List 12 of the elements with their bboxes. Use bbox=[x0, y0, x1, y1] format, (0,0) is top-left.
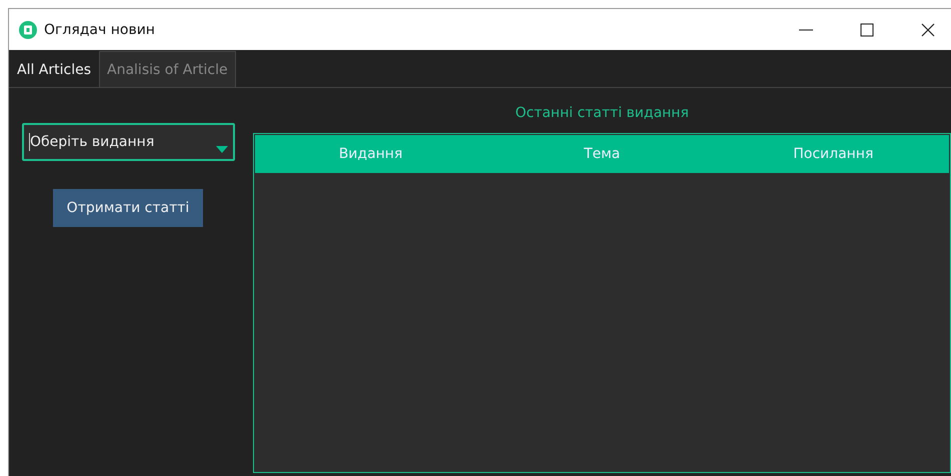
column-header[interactable]: Тема bbox=[584, 146, 620, 162]
column-header[interactable]: Видання bbox=[338, 146, 403, 162]
app-icon bbox=[19, 20, 37, 38]
get-articles-button[interactable]: Отримати статті bbox=[53, 189, 203, 227]
maximize-icon[interactable] bbox=[860, 22, 874, 36]
close-icon[interactable] bbox=[921, 22, 935, 36]
dropdown-arrow-icon bbox=[216, 146, 228, 153]
table-title: Останні статті видання bbox=[514, 105, 690, 123]
column-header[interactable]: Посилання bbox=[793, 146, 874, 162]
publication-dropdown[interactable]: Оберіть видання bbox=[22, 123, 235, 161]
tab[interactable]: Analisis of Article bbox=[99, 51, 236, 87]
window-title: Оглядач новин bbox=[44, 22, 155, 38]
